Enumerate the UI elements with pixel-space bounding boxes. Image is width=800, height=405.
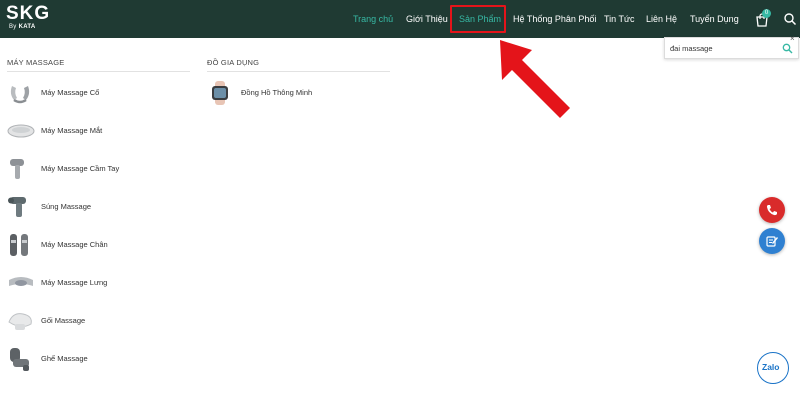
menu-item-label: Máy Massage Chân [41,240,108,249]
cart-count-badge: 0 [762,9,771,18]
search-icon[interactable] [783,12,797,26]
logo-main-text: SKG [6,3,51,24]
search-close-button[interactable]: × [790,35,795,43]
edit-note-icon [766,236,778,247]
eye-massager-icon [7,124,35,138]
menu-column-divider [7,71,190,72]
search-input[interactable] [670,41,778,55]
menu-item-label: Máy Massage Cổ [41,88,100,97]
search-dropdown [664,37,799,59]
nav-item-about[interactable]: Giới Thiệu [406,0,448,38]
zalo-chat-button[interactable]: Zalo [757,352,789,384]
smartwatch-icon [212,81,228,105]
phone-icon [766,205,777,216]
menu-item-label: Súng Massage [41,202,92,211]
nav-item-careers[interactable]: Tuyển Dụng [690,0,739,38]
call-button[interactable] [759,197,785,223]
site-header: SKG By KATA Trang chủ Giới Thiệu Sản Phẩ… [0,0,800,38]
massage-chair-icon [10,348,29,371]
logo-sub-brand: KATA [18,24,36,30]
menu-item-massage-pillow[interactable]: Gối Massage [7,308,187,334]
menu-item-smartwatch[interactable]: Đồng Hồ Thông Minh [207,80,387,106]
back-massager-icon [9,277,33,286]
massage-pillow-icon [8,313,32,330]
menu-item-label: Ghế Massage [41,354,88,363]
massage-gun-icon [8,197,26,217]
menu-column-divider [207,71,390,72]
search-submit-icon[interactable] [782,43,793,54]
message-button[interactable] [759,228,785,254]
logo-sub-prefix: By [9,24,17,30]
menu-item-label: Máy Massage Lưng [41,278,108,287]
menu-item-label: Gối Massage [41,316,86,325]
site-logo[interactable]: SKG By KATA [6,4,56,34]
menu-item-label: Máy Massage Mắt [41,126,103,135]
menu-item-massage-gun[interactable]: Súng Massage [7,194,187,220]
nav-item-distribution[interactable]: Hệ Thống Phân Phối [513,0,596,38]
products-highlight-box [450,5,506,33]
menu-item-label: Đồng Hồ Thông Minh [241,88,313,97]
menu-item-label: Máy Massage Cầm Tay [41,164,120,173]
menu-item-back-massager[interactable]: Máy Massage Lưng [7,270,187,296]
nav-item-home[interactable]: Trang chủ [353,0,393,38]
menu-item-leg-massager[interactable]: Máy Massage Chân [7,232,187,258]
red-arrow-pointer [500,40,570,118]
menu-item-eye-massager[interactable]: Máy Massage Mắt [7,118,187,144]
menu-item-handheld-massager[interactable]: Máy Massage Cầm Tay [7,156,187,182]
leg-massager-icon [10,234,28,256]
menu-item-neck-massager[interactable]: Máy Massage Cổ [7,80,187,106]
menu-column-title-household: ĐỒ GIA DỤNG [207,58,260,67]
handheld-massager-icon [10,159,24,179]
menu-column-title-massage: MÁY MASSAGE [7,58,65,67]
zalo-label: Zalo [762,362,780,372]
logo-sub-text: By KATA [9,24,56,31]
neck-massager-icon [10,86,30,104]
menu-item-massage-chair[interactable]: Ghế Massage [7,346,187,372]
nav-item-news[interactable]: Tin Tức [604,0,635,38]
nav-item-contact[interactable]: Liên Hệ [646,0,677,38]
